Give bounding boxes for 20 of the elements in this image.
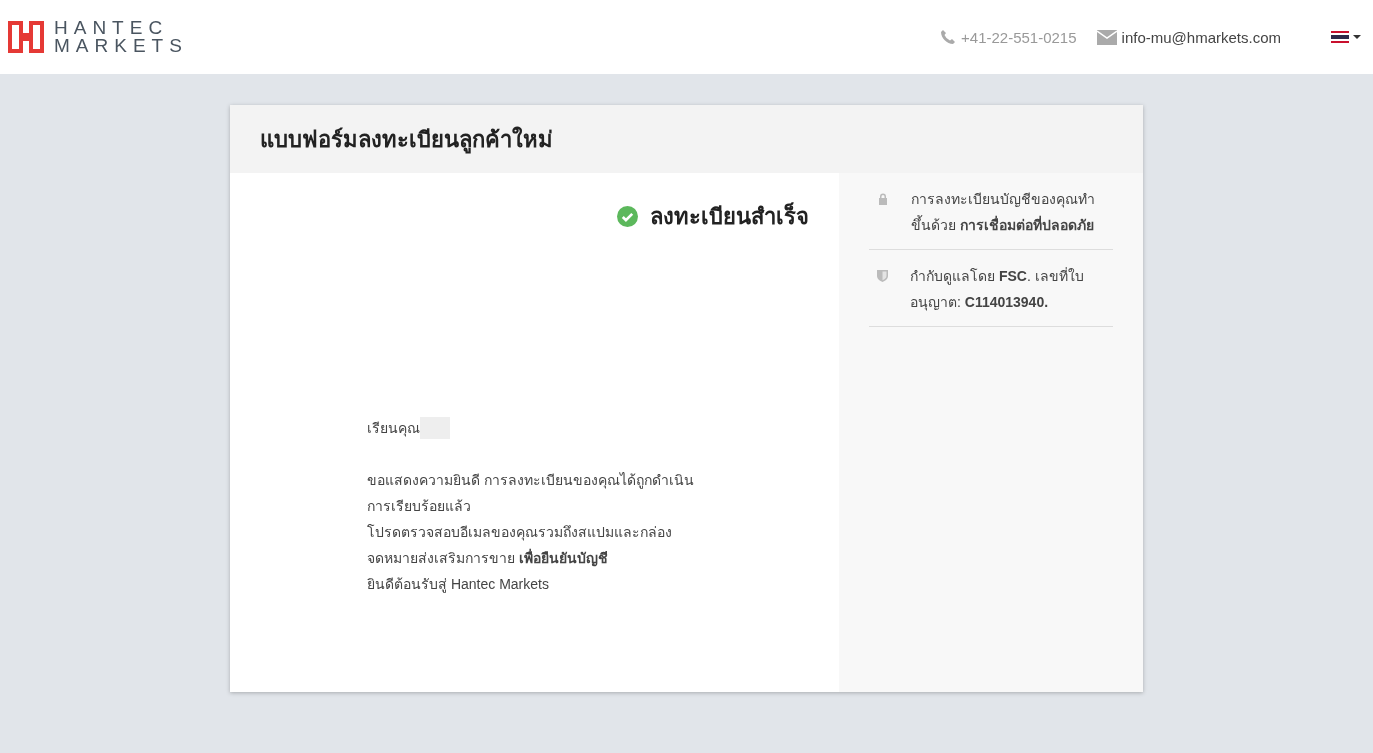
- phone-number: +41-22-551-0215: [961, 28, 1077, 46]
- success-heading: ลงทะเบียนสำเร็จ: [650, 201, 809, 231]
- card-title: แบบฟอร์มลงทะเบียนลูกค้าใหม่: [230, 105, 1143, 173]
- closing-text: ยินดีต้อนรับสู่ Hantec Markets: [367, 575, 550, 595]
- logo-text: HANTEC: [54, 19, 170, 37]
- info-text: กำกับดูแลโดย FSC. เลขที่ใบอนุญาต: C114013940.: [910, 266, 1085, 313]
- message-paragraph: ขอแสดงความยินดี การลงทะเบียนของคุณได้ถูกดำเนินการเรียบร้อยแล้ว: [367, 471, 695, 516]
- flag-icon: [1331, 31, 1349, 43]
- info-text: การลงทะเบียนบัญชีของคุณทำขึ้นด้วย การเชื่อมต่อที่ปลอดภัย: [911, 190, 1096, 235]
- logo-text: MARKETS: [54, 37, 188, 55]
- shield-icon: [877, 270, 888, 282]
- phone-icon: [940, 29, 957, 45]
- caret-icon: [1353, 35, 1361, 39]
- message-paragraph: โปรดตรวจสอบอีเมลของคุณรวมถึงสแปมและกล่องจดหมายส่งเสริมการขาย เพื่อยืนยันบัญชี: [367, 523, 673, 569]
- greeting: เรียนคุณ: [367, 419, 420, 439]
- check-circle-icon: [617, 206, 638, 227]
- mail-icon: [1096, 29, 1117, 45]
- lock-icon: [877, 193, 889, 205]
- language-selector[interactable]: [1331, 31, 1361, 43]
- email-address: info-mu@hmarkets.com: [1121, 28, 1281, 46]
